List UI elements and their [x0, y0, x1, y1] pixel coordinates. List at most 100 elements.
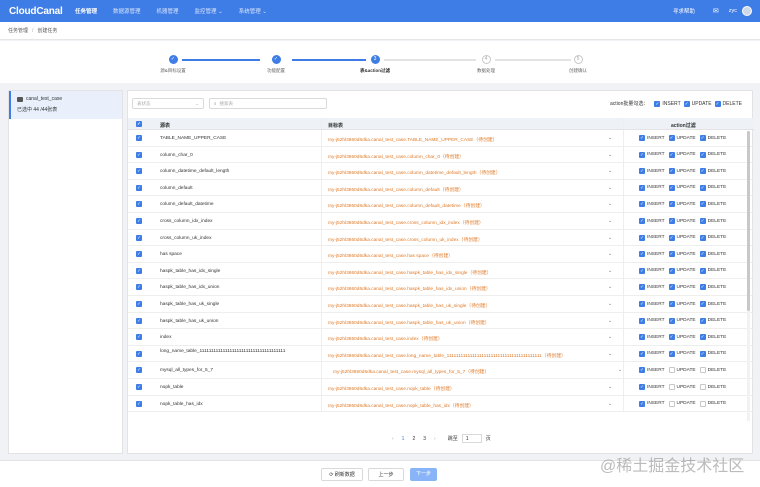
row-select-checkbox[interactable]: ✓: [136, 267, 142, 274]
chevron-down-icon[interactable]: ⌄: [608, 185, 612, 191]
username[interactable]: zyc: [729, 8, 737, 14]
row-delete-checkbox[interactable]: ✓ DELETE: [699, 218, 726, 224]
row-select-checkbox[interactable]: ✓: [136, 317, 142, 324]
app-logo[interactable]: CloudCanal: [9, 6, 75, 17]
row-delete-checkbox[interactable]: ✓ DELETE: [699, 184, 726, 191]
row-delete-checkbox[interactable]: ✓ DELETE: [699, 151, 726, 158]
nav-task-management[interactable]: 任务管理: [75, 7, 97, 15]
row-delete-checkbox[interactable]: DELETE: [699, 367, 726, 374]
row-insert-checkbox[interactable]: ✓ INSERT: [639, 184, 665, 191]
row-select-checkbox[interactable]: ✓: [136, 301, 142, 307]
batch-delete-checkbox[interactable]: ✓ DELETE: [714, 100, 742, 107]
prev-page-button[interactable]: ‹: [392, 436, 394, 442]
row-update-checkbox[interactable]: ✓ UPDATE: [668, 218, 696, 224]
row-update-checkbox[interactable]: ✓ UPDATE: [668, 284, 696, 291]
row-delete-checkbox[interactable]: ✓ DELETE: [699, 251, 726, 258]
nav-system-management[interactable]: 系统管理 ⌄: [239, 7, 267, 15]
row-select-checkbox[interactable]: ✓: [136, 135, 142, 141]
row-update-checkbox[interactable]: UPDATE: [668, 384, 696, 390]
row-delete-checkbox[interactable]: ✓ DELETE: [699, 201, 726, 208]
row-delete-checkbox[interactable]: DELETE: [699, 400, 726, 407]
nav-monitor-management[interactable]: 监控管理 ⌄: [195, 7, 223, 15]
chevron-down-icon[interactable]: ⌄: [608, 318, 612, 324]
row-insert-checkbox[interactable]: ✓ INSERT: [639, 151, 665, 158]
row-insert-checkbox[interactable]: ✓ INSERT: [639, 301, 665, 307]
row-update-checkbox[interactable]: ✓ UPDATE: [668, 151, 696, 158]
goto-page-input[interactable]: 1: [461, 434, 482, 443]
row-select-checkbox[interactable]: ✓: [136, 367, 142, 374]
table-scrollbar[interactable]: [747, 131, 750, 421]
row-update-checkbox[interactable]: ✓ UPDATE: [668, 350, 696, 357]
chevron-down-icon[interactable]: ⌄: [608, 351, 612, 357]
row-select-checkbox[interactable]: ✓: [136, 400, 142, 407]
chevron-down-icon[interactable]: ⌄: [608, 201, 612, 207]
row-select-checkbox[interactable]: ✓: [136, 218, 142, 224]
row-insert-checkbox[interactable]: ✓ INSERT: [639, 267, 665, 274]
chevron-down-icon[interactable]: ⌄: [608, 301, 612, 307]
breadcrumb-task-management[interactable]: 任务管理: [8, 27, 28, 34]
row-delete-checkbox[interactable]: ✓ DELETE: [699, 334, 726, 341]
row-insert-checkbox[interactable]: ✓ INSERT: [639, 384, 665, 390]
row-select-checkbox[interactable]: ✓: [136, 151, 142, 158]
chevron-down-icon[interactable]: ⌄: [608, 168, 612, 174]
nav-datasource-management[interactable]: 数据源管理: [113, 7, 141, 15]
row-insert-checkbox[interactable]: ✓ INSERT: [639, 251, 665, 258]
chevron-down-icon[interactable]: ⌄: [608, 218, 612, 224]
chevron-down-icon[interactable]: ⌄: [608, 152, 612, 158]
row-delete-checkbox[interactable]: ✓ DELETE: [699, 168, 726, 175]
batch-insert-checkbox[interactable]: ✓ INSERT: [654, 100, 681, 107]
row-delete-checkbox[interactable]: ✓ DELETE: [699, 284, 726, 291]
select-all-checkbox[interactable]: ✓: [136, 121, 142, 127]
page-1[interactable]: 1: [402, 436, 405, 442]
nav-machine-management[interactable]: 机器管理: [157, 7, 179, 15]
scrollbar-thumb[interactable]: [747, 131, 750, 311]
row-insert-checkbox[interactable]: ✓ INSERT: [639, 135, 665, 141]
page-3[interactable]: 3: [423, 436, 426, 442]
row-insert-checkbox[interactable]: ✓ INSERT: [639, 218, 665, 224]
chevron-down-icon[interactable]: ⌄: [608, 251, 612, 257]
status-filter-select[interactable]: 表状态 ⌄: [132, 98, 204, 109]
row-update-checkbox[interactable]: ✓ UPDATE: [668, 317, 696, 324]
message-icon[interactable]: ✉: [713, 7, 719, 15]
avatar[interactable]: [742, 6, 752, 16]
previous-step-button[interactable]: 上一步: [368, 468, 404, 481]
next-page-button[interactable]: ›: [434, 436, 436, 442]
chevron-down-icon[interactable]: ⌄: [608, 235, 612, 241]
chevron-down-icon[interactable]: ⌄: [608, 334, 612, 340]
row-select-checkbox[interactable]: ✓: [136, 334, 142, 341]
chevron-down-icon[interactable]: ⌄: [608, 384, 612, 390]
row-insert-checkbox[interactable]: ✓ INSERT: [639, 201, 665, 208]
next-step-button[interactable]: 下一步: [410, 468, 437, 481]
row-update-checkbox[interactable]: ✓ UPDATE: [668, 301, 696, 307]
row-delete-checkbox[interactable]: DELETE: [699, 384, 726, 390]
row-select-checkbox[interactable]: ✓: [136, 384, 142, 390]
row-insert-checkbox[interactable]: ✓ INSERT: [639, 400, 665, 407]
chevron-down-icon[interactable]: ⌄: [608, 401, 612, 407]
row-delete-checkbox[interactable]: ✓ DELETE: [699, 301, 726, 307]
batch-update-checkbox[interactable]: ✓ UPDATE: [683, 100, 712, 107]
row-update-checkbox[interactable]: ✓ UPDATE: [668, 135, 696, 141]
row-select-checkbox[interactable]: ✓: [136, 234, 142, 241]
row-select-checkbox[interactable]: ✓: [136, 284, 142, 291]
row-insert-checkbox[interactable]: ✓ INSERT: [639, 284, 665, 291]
database-item[interactable]: canal_test_case 已选中 44 /44张表: [9, 91, 122, 119]
row-update-checkbox[interactable]: ✓ UPDATE: [668, 184, 696, 191]
row-update-checkbox[interactable]: ✓ UPDATE: [668, 334, 696, 341]
table-search-input[interactable]: ⌕ 搜索表: [209, 98, 327, 109]
row-update-checkbox[interactable]: ✓ UPDATE: [668, 168, 696, 175]
page-2[interactable]: 2: [412, 436, 415, 442]
row-insert-checkbox[interactable]: ✓ INSERT: [639, 350, 665, 357]
row-insert-checkbox[interactable]: ✓ INSERT: [639, 317, 665, 324]
help-link[interactable]: 寻求帮助: [673, 7, 695, 15]
row-select-checkbox[interactable]: ✓: [136, 201, 142, 208]
row-insert-checkbox[interactable]: ✓ INSERT: [639, 234, 665, 241]
row-delete-checkbox[interactable]: ✓ DELETE: [699, 317, 726, 324]
row-insert-checkbox[interactable]: ✓ INSERT: [639, 334, 665, 341]
chevron-down-icon[interactable]: ⌄: [608, 135, 612, 141]
row-delete-checkbox[interactable]: ✓ DELETE: [699, 350, 726, 357]
row-select-checkbox[interactable]: ✓: [136, 251, 142, 258]
row-update-checkbox[interactable]: ✓ UPDATE: [668, 234, 696, 241]
row-update-checkbox[interactable]: UPDATE: [668, 367, 696, 374]
chevron-down-icon[interactable]: ⌄: [618, 367, 622, 373]
row-insert-checkbox[interactable]: ✓ INSERT: [639, 367, 665, 374]
